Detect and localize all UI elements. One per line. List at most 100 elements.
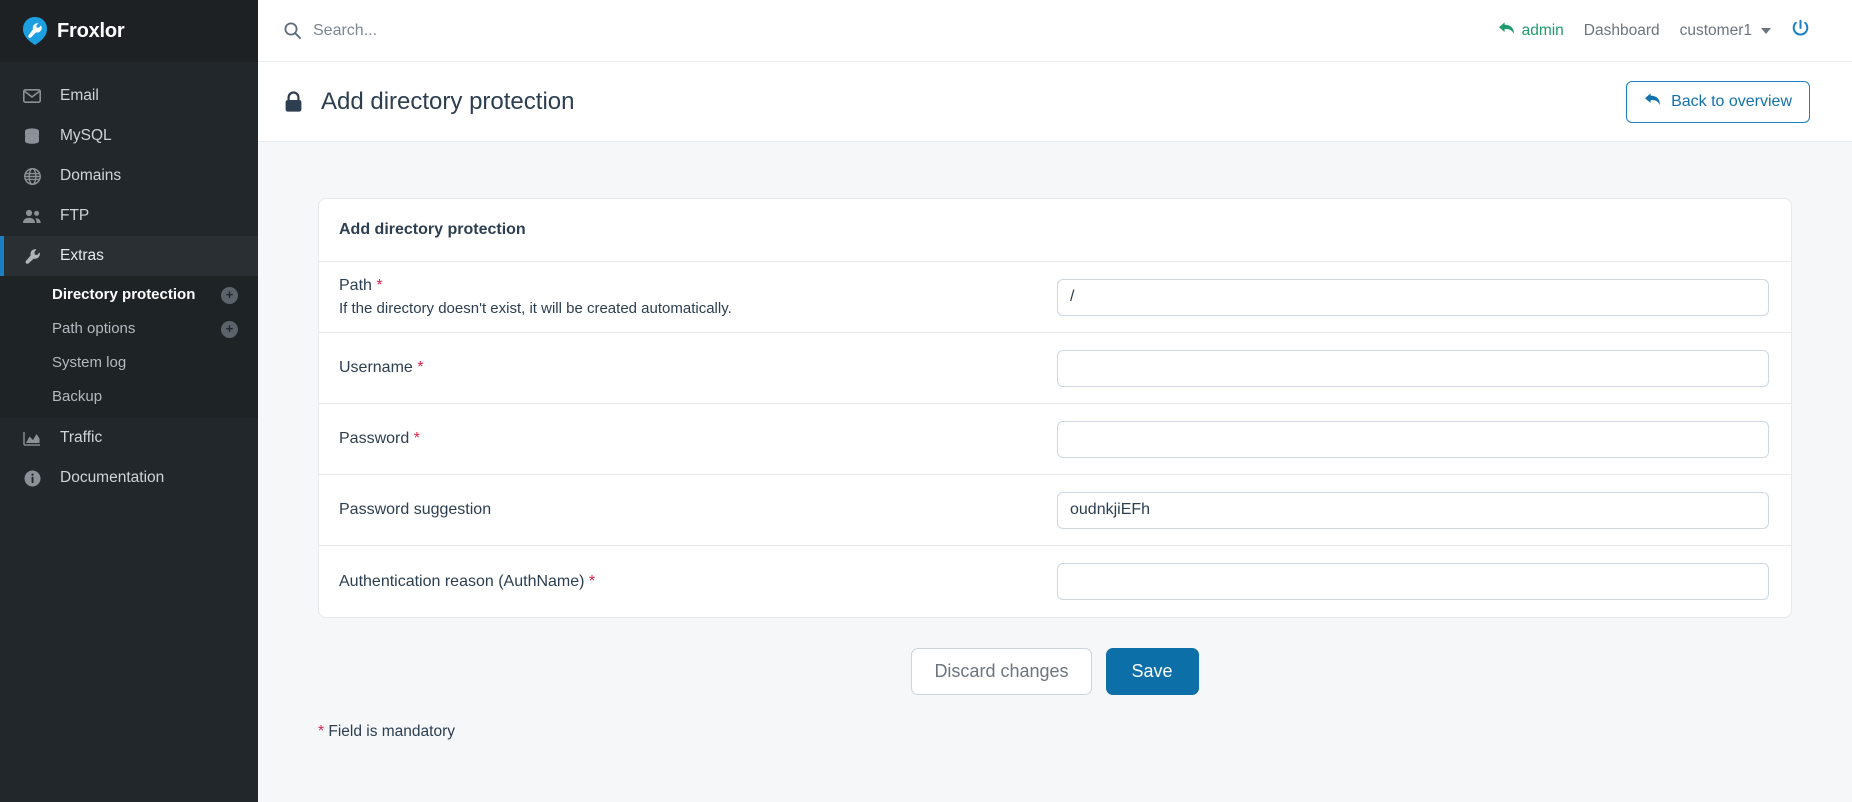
authname-label: Authentication reason (AuthName) *: [339, 573, 1037, 591]
sidebar-nav: Email MySQL Domains FTP: [0, 62, 258, 498]
username-label-text: Username: [339, 359, 413, 376]
wrench-icon: [22, 248, 42, 265]
froxlor-logo-icon: [22, 17, 48, 45]
form-row-password: Password *: [319, 404, 1791, 475]
form-input-group: [1057, 563, 1769, 600]
topbar-right: admin Dashboard customer1: [1498, 19, 1810, 43]
authname-input[interactable]: [1057, 563, 1769, 600]
add-plus-icon[interactable]: +: [221, 321, 238, 338]
sidebar-subitem-directory-protection[interactable]: Directory protection +: [0, 278, 258, 312]
mandatory-note-text: Field is mandatory: [328, 723, 455, 740]
brand-header[interactable]: Froxlor: [0, 0, 258, 62]
password-suggestion-input[interactable]: [1057, 492, 1769, 529]
sidebar-item-traffic[interactable]: Traffic: [0, 418, 258, 458]
search-icon: [284, 22, 301, 39]
form-actions: Discard changes Save: [318, 648, 1792, 695]
username-input[interactable]: [1057, 350, 1769, 387]
form-card-title: Add directory protection: [319, 199, 1791, 262]
logout-button[interactable]: [1791, 19, 1810, 43]
sidebar-subitem-label: Path options: [52, 320, 135, 339]
sidebar-item-label: Domains: [60, 167, 121, 185]
sidebar-subnav-extras: Directory protection + Path options + Sy…: [0, 276, 258, 418]
mandatory-note: * Field is mandatory: [318, 723, 1792, 741]
dashboard-label: Dashboard: [1584, 22, 1660, 40]
form-input-group: [1057, 350, 1769, 387]
path-label-text: Path: [339, 277, 372, 294]
sidebar-subitem-label: Directory protection: [52, 286, 195, 305]
form-input-group: [1057, 279, 1769, 316]
admin-link[interactable]: admin: [1498, 21, 1564, 41]
required-asterisk: *: [318, 723, 324, 740]
sidebar-subitem-backup[interactable]: Backup: [0, 380, 258, 414]
page-title: Add directory protection: [321, 88, 574, 116]
required-asterisk: *: [417, 359, 423, 376]
sidebar-item-label: Documentation: [60, 469, 164, 487]
required-asterisk: *: [376, 277, 382, 294]
password-input[interactable]: [1057, 421, 1769, 458]
sidebar-item-documentation[interactable]: Documentation: [0, 458, 258, 498]
password-label: Password *: [339, 430, 1037, 448]
envelope-icon: [22, 89, 42, 103]
password-label-text: Password: [339, 430, 409, 447]
save-button[interactable]: Save: [1106, 648, 1199, 695]
sidebar-item-label: Traffic: [60, 429, 102, 447]
sidebar-item-ftp[interactable]: FTP: [0, 196, 258, 236]
page-title-group: Add directory protection: [284, 88, 574, 116]
form-row-authname: Authentication reason (AuthName) *: [319, 546, 1791, 617]
sidebar-item-mysql[interactable]: MySQL: [0, 116, 258, 156]
password-suggestion-label: Password suggestion: [339, 501, 1037, 519]
add-plus-icon[interactable]: +: [221, 287, 238, 304]
authname-label-text: Authentication reason (AuthName): [339, 573, 584, 590]
form-row-password-suggestion: Password suggestion: [319, 475, 1791, 546]
page-title-bar: Add directory protection Back to overvie…: [258, 62, 1852, 142]
form-label-group: Authentication reason (AuthName) *: [339, 573, 1057, 591]
form-label-group: Password *: [339, 430, 1057, 448]
main-area: admin Dashboard customer1: [258, 0, 1852, 802]
sidebar-subitem-system-log[interactable]: System log: [0, 346, 258, 380]
lock-icon: [284, 91, 303, 113]
power-icon: [1791, 19, 1810, 43]
top-bar: admin Dashboard customer1: [258, 0, 1852, 62]
back-to-overview-button[interactable]: Back to overview: [1626, 81, 1810, 123]
username-label: Username *: [339, 359, 1037, 377]
sidebar-item-domains[interactable]: Domains: [0, 156, 258, 196]
back-arrow-icon: [1498, 21, 1515, 41]
database-icon: [22, 128, 42, 145]
path-help-text: If the directory doesn't exist, it will …: [339, 300, 1037, 317]
sidebar: Froxlor Email MySQL Domains: [0, 0, 258, 802]
password-suggestion-label-text: Password suggestion: [339, 501, 491, 518]
admin-label: admin: [1522, 22, 1564, 40]
dashboard-link[interactable]: Dashboard: [1584, 22, 1660, 40]
sidebar-subitem-label: Backup: [52, 388, 102, 407]
sidebar-item-extras[interactable]: Extras: [0, 236, 258, 276]
sidebar-subitem-path-options[interactable]: Path options +: [0, 312, 258, 346]
sidebar-item-email[interactable]: Email: [0, 76, 258, 116]
sidebar-item-label: Extras: [60, 247, 104, 265]
back-arrow-icon: [1644, 92, 1661, 112]
app-root: Froxlor Email MySQL Domains: [0, 0, 1852, 802]
back-to-overview-label: Back to overview: [1671, 93, 1792, 111]
form-label-group: Username *: [339, 359, 1057, 377]
content-area: Add directory protection Path * If the d…: [258, 142, 1852, 802]
form-input-group: [1057, 492, 1769, 529]
sidebar-item-label: Email: [60, 87, 99, 105]
form-row-username: Username *: [319, 333, 1791, 404]
form-label-group: Password suggestion: [339, 501, 1057, 519]
path-input[interactable]: [1057, 279, 1769, 316]
form-label-group: Path * If the directory doesn't exist, i…: [339, 277, 1057, 317]
required-asterisk: *: [414, 430, 420, 447]
chevron-down-icon: [1761, 28, 1771, 34]
search-container[interactable]: [284, 22, 1498, 40]
required-asterisk: *: [589, 573, 595, 590]
form-input-group: [1057, 421, 1769, 458]
search-input[interactable]: [313, 22, 653, 40]
sidebar-item-label: FTP: [60, 207, 89, 225]
sidebar-item-label: MySQL: [60, 127, 112, 145]
customer-dropdown[interactable]: customer1: [1680, 22, 1771, 40]
chart-area-icon: [22, 431, 42, 446]
discard-changes-button[interactable]: Discard changes: [911, 648, 1091, 695]
customer-label: customer1: [1680, 22, 1752, 40]
users-icon: [22, 209, 42, 224]
form-card: Add directory protection Path * If the d…: [318, 198, 1792, 618]
info-circle-icon: [22, 470, 42, 487]
